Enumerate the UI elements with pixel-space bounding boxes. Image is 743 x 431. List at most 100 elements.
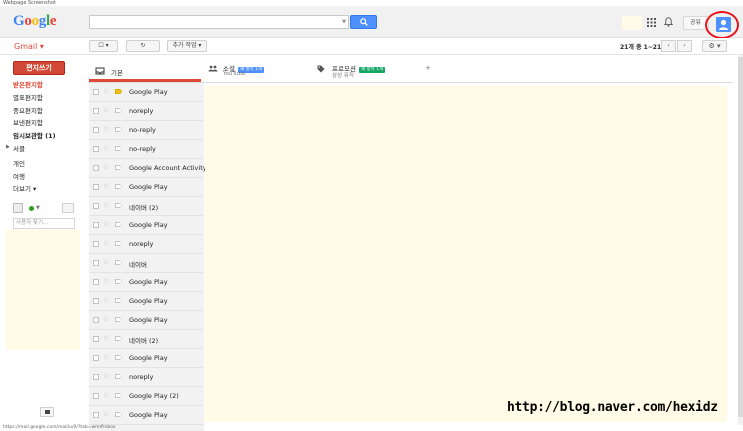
star-icon[interactable]: ☆ — [103, 334, 109, 342]
row-checkbox[interactable] — [93, 393, 99, 399]
star-icon[interactable]: ☆ — [103, 353, 109, 361]
star-icon[interactable]: ☆ — [103, 182, 109, 190]
star-icon[interactable]: ☆ — [103, 125, 109, 133]
tab-promotions[interactable]: 프로모션 새 항목 1개 삼성 뮤직 — [311, 57, 421, 82]
compose-button[interactable]: 편지쓰기 — [13, 61, 65, 75]
sidebar-item[interactable]: 여행 — [13, 171, 25, 181]
search-input[interactable]: ▼ — [89, 15, 349, 29]
row-checkbox[interactable] — [93, 184, 99, 190]
sidebar-item[interactable]: 받은편지함 — [13, 79, 43, 89]
sidebar-item[interactable]: 중요편지함 — [13, 105, 43, 115]
people-search-input[interactable]: 사용자 찾기... — [13, 218, 75, 229]
sidebar-item[interactable]: 별표편지함 — [13, 92, 43, 102]
importance-marker-icon[interactable] — [115, 260, 122, 265]
search-button[interactable] — [350, 15, 377, 29]
gmail-menu[interactable]: Gmail ▾ — [14, 42, 44, 51]
search-options-caret-icon[interactable]: ▼ — [342, 19, 346, 25]
importance-marker-icon[interactable] — [115, 203, 122, 208]
select-all-button[interactable]: ☐ ▾ — [89, 40, 118, 52]
email-row[interactable]: ☆ Google Play — [89, 273, 204, 292]
sidebar-item[interactable]: 더보기 ▾ — [13, 183, 36, 193]
importance-marker-icon[interactable] — [115, 184, 122, 189]
importance-marker-icon[interactable] — [115, 89, 122, 94]
more-actions-button[interactable]: 추가 작업 ▾ — [167, 40, 207, 52]
star-icon[interactable]: ☆ — [103, 315, 109, 323]
expand-arrow-icon[interactable]: ▶ — [6, 144, 10, 150]
sidebar-item[interactable]: 보낸편지함 — [13, 117, 43, 127]
email-row[interactable]: ☆ Google Play — [89, 292, 204, 311]
row-checkbox[interactable] — [93, 203, 99, 209]
star-icon[interactable]: ☆ — [103, 296, 109, 304]
row-checkbox[interactable] — [93, 222, 99, 228]
email-row[interactable]: ☆ Google Play — [89, 178, 204, 197]
row-checkbox[interactable] — [93, 374, 99, 380]
settings-button[interactable]: ⚙ ▾ — [702, 40, 727, 52]
importance-marker-icon[interactable] — [115, 222, 122, 227]
row-checkbox[interactable] — [93, 336, 99, 342]
star-icon[interactable]: ☆ — [103, 220, 109, 228]
sidebar-item[interactable]: 개인 — [13, 158, 25, 168]
email-row[interactable]: ☆ no-reply — [89, 140, 204, 159]
star-icon[interactable]: ☆ — [103, 391, 109, 399]
email-row[interactable]: ☆ 네이버 — [89, 254, 204, 273]
importance-marker-icon[interactable] — [115, 146, 122, 151]
row-checkbox[interactable] — [93, 279, 99, 285]
row-checkbox[interactable] — [93, 241, 99, 247]
refresh-button[interactable]: ↻ — [126, 40, 160, 52]
scrollbar-thumb[interactable] — [738, 57, 743, 417]
email-row[interactable]: ☆ noreply — [89, 368, 204, 387]
grid-icon[interactable] — [647, 18, 656, 27]
star-icon[interactable]: ☆ — [103, 163, 109, 171]
chevron-down-icon[interactable]: ▼ — [36, 205, 40, 211]
row-checkbox[interactable] — [93, 355, 99, 361]
row-checkbox[interactable] — [93, 89, 99, 95]
row-checkbox[interactable] — [93, 165, 99, 171]
sidebar-item[interactable]: 서클 — [13, 143, 25, 153]
star-icon[interactable]: ☆ — [103, 410, 109, 418]
email-row[interactable]: ☆ Google Play (2) — [89, 387, 204, 406]
star-icon[interactable]: ☆ — [103, 239, 109, 247]
row-checkbox[interactable] — [93, 412, 99, 418]
importance-marker-icon[interactable] — [115, 298, 122, 303]
importance-marker-icon[interactable] — [115, 374, 122, 379]
importance-marker-icon[interactable] — [115, 108, 122, 113]
importance-marker-icon[interactable] — [115, 336, 122, 341]
row-checkbox[interactable] — [93, 127, 99, 133]
video-call-icon[interactable] — [62, 203, 74, 213]
star-icon[interactable]: ☆ — [103, 372, 109, 380]
star-icon[interactable]: ☆ — [103, 258, 109, 266]
importance-marker-icon[interactable] — [115, 127, 122, 132]
star-icon[interactable]: ☆ — [103, 277, 109, 285]
email-row[interactable]: ☆ Google Play — [89, 406, 204, 425]
older-button[interactable]: › — [677, 40, 692, 52]
importance-marker-icon[interactable] — [115, 279, 122, 284]
importance-marker-icon[interactable] — [115, 355, 122, 360]
tab-primary[interactable]: 기본 — [89, 57, 201, 82]
online-status-icon[interactable] — [29, 206, 34, 211]
google-logo[interactable]: Google — [13, 13, 57, 30]
tab-social[interactable]: 소셜 새 항목 1개 YouTube — [202, 57, 308, 82]
email-row[interactable]: ☆ Google Account Activity — [89, 159, 207, 178]
row-checkbox[interactable] — [93, 260, 99, 266]
star-icon[interactable]: ☆ — [103, 201, 109, 209]
email-row[interactable]: ☆ noreply — [89, 102, 204, 121]
row-checkbox[interactable] — [93, 146, 99, 152]
importance-marker-icon[interactable] — [115, 241, 122, 246]
star-icon[interactable]: ☆ — [103, 87, 109, 95]
email-row[interactable]: ☆ Google Play — [89, 83, 204, 102]
star-icon[interactable]: ☆ — [103, 144, 109, 152]
importance-marker-icon[interactable] — [115, 412, 122, 417]
importance-marker-icon[interactable] — [115, 165, 122, 170]
importance-marker-icon[interactable] — [115, 317, 122, 322]
email-row[interactable]: ☆ 네이버 (2) — [89, 197, 204, 216]
row-checkbox[interactable] — [93, 108, 99, 114]
email-row[interactable]: ☆ no-reply — [89, 121, 204, 140]
email-row[interactable]: ☆ Google Play — [89, 311, 204, 330]
row-checkbox[interactable] — [93, 298, 99, 304]
email-row[interactable]: ☆ 네이버 (2) — [89, 330, 204, 349]
star-icon[interactable]: ☆ — [103, 106, 109, 114]
importance-marker-icon[interactable] — [115, 393, 122, 398]
bell-icon[interactable] — [664, 17, 673, 27]
email-row[interactable]: ☆ noreply — [89, 235, 204, 254]
newer-button[interactable]: ‹ — [661, 40, 676, 52]
